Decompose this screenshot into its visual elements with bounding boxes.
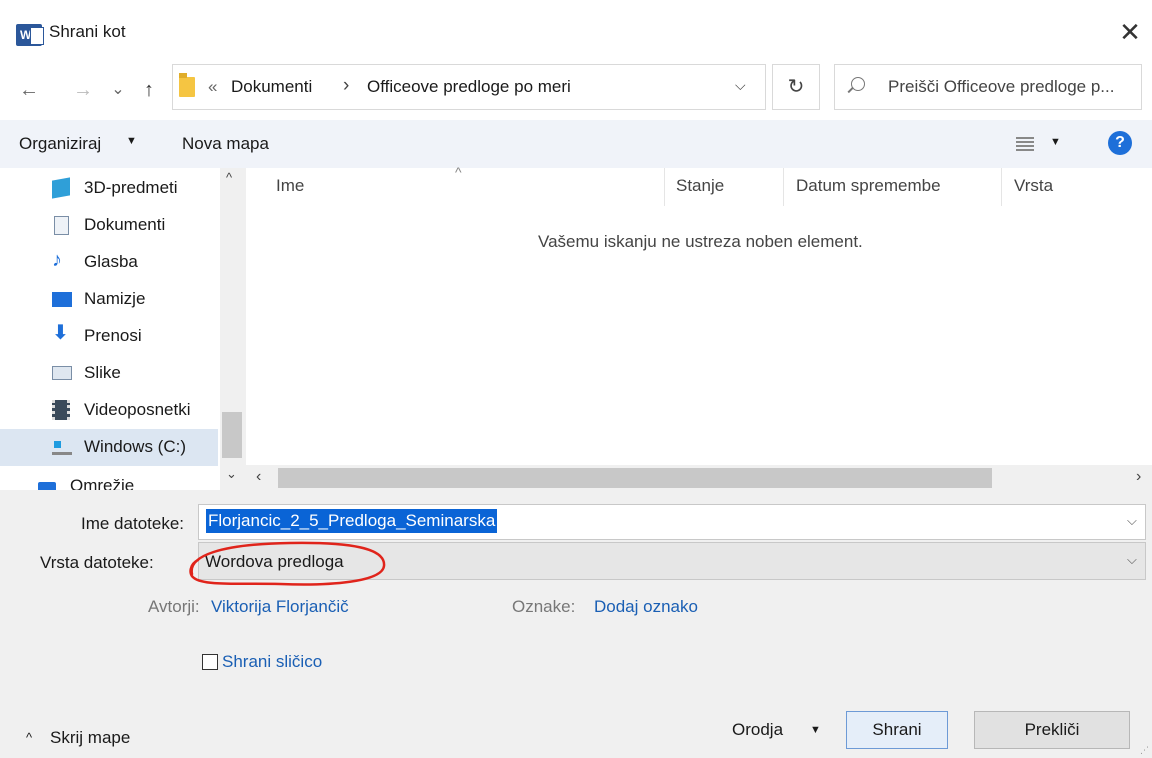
title-bar — [0, 0, 1152, 66]
sidebar-item-label: Glasba — [84, 252, 138, 271]
chevron-right-icon[interactable]: › — [343, 75, 349, 97]
recent-locations-button[interactable]: ⌄ — [108, 78, 128, 102]
column-divider[interactable] — [1001, 168, 1002, 206]
refresh-button[interactable]: ↻ — [772, 64, 820, 110]
caret-up-icon[interactable]: ^ — [26, 730, 32, 745]
refresh-icon: ↻ — [787, 76, 805, 98]
column-divider[interactable] — [664, 168, 665, 206]
tags-label: Oznake: — [512, 597, 576, 616]
scroll-up-icon[interactable]: ^ — [226, 170, 232, 185]
sidebar-item-label: Slike — [84, 363, 121, 382]
chevron-down-icon: ⌄ — [111, 81, 125, 98]
sidebar-item-desktop[interactable]: Namizje — [0, 281, 216, 318]
search-placeholder: Preišči Officeove predloge p... — [888, 77, 1115, 96]
red-annotation-circle — [189, 541, 386, 586]
file-name-label: Ime datoteke: — [81, 514, 185, 533]
file-type-label: Vrsta datoteke: — [40, 553, 154, 572]
search-input[interactable]: Preišči Officeove predloge p... — [834, 64, 1142, 110]
back-arrow-icon: ← — [19, 79, 39, 101]
authors-value[interactable]: Viktorija Florjančič — [211, 597, 349, 617]
sidebar-item-label: Prenosi — [84, 326, 142, 345]
help-icon[interactable]: ? — [1108, 131, 1132, 155]
back-button[interactable]: ← — [14, 78, 44, 102]
sidebar-item-label: Namizje — [84, 289, 146, 308]
close-icon: ✕ — [1119, 17, 1141, 47]
desktop-icon — [52, 292, 72, 307]
sidebar-item-videos[interactable]: Videoposnetki — [0, 392, 216, 429]
sidebar-item-network[interactable]: Omrežje — [0, 468, 216, 490]
authors-label: Avtorji: — [148, 597, 200, 616]
save-thumbnail-checkbox[interactable] — [202, 654, 218, 670]
address-overflow[interactable]: « — [208, 77, 217, 97]
sidebar-item-3d-objects[interactable]: 3D-predmeti — [0, 170, 216, 207]
chevron-down-icon[interactable]: ⌵ — [1127, 513, 1137, 529]
chevron-down-icon[interactable]: ⌵ — [1127, 552, 1137, 568]
sidebar-item-windows-c[interactable]: Windows (C:) — [0, 429, 218, 466]
sidebar-item-label: Dokumenti — [84, 215, 166, 234]
word-icon: W — [16, 24, 44, 46]
forward-arrow-icon: → — [73, 79, 93, 101]
folder-icon — [179, 73, 195, 97]
caret-down-icon[interactable]: ▼ — [810, 724, 821, 736]
column-header-date-modified[interactable]: Datum spremembe — [796, 176, 941, 198]
address-bar[interactable]: « Dokumenti › Officeove predloge po meri… — [172, 64, 766, 110]
document-icon — [54, 216, 69, 235]
scroll-down-icon[interactable]: ⌄ — [226, 466, 237, 482]
pictures-icon — [52, 366, 72, 380]
empty-list-message: Vašemu iskanju ne ustreza noben element. — [538, 232, 863, 251]
column-divider[interactable] — [783, 168, 784, 206]
drive-icon — [52, 441, 72, 455]
organize-button[interactable]: Organiziraj — [19, 134, 101, 154]
command-bar — [0, 120, 1152, 168]
add-tag-link[interactable]: Dodaj oznako — [594, 597, 698, 617]
up-button[interactable]: ↑ — [136, 78, 162, 102]
new-folder-button[interactable]: Nova mapa — [182, 134, 269, 154]
sidebar-item-label: Windows (C:) — [84, 437, 187, 456]
search-icon — [851, 77, 865, 91]
sidebar-item-documents[interactable]: Dokumenti — [0, 207, 216, 244]
cube-icon — [52, 177, 70, 199]
save-button[interactable]: Shrani — [846, 711, 948, 749]
caret-down-icon[interactable]: ▼ — [1050, 136, 1061, 148]
sidebar-item-pictures[interactable]: Slike — [0, 355, 216, 392]
column-header-type[interactable]: Vrsta — [1014, 176, 1053, 198]
navigation-pane: 3D-predmeti Dokumenti ♪ Glasba Namizje ⬇… — [0, 168, 246, 490]
scroll-right-icon[interactable]: › — [1136, 468, 1141, 486]
close-button[interactable]: ✕ — [1112, 14, 1148, 50]
caret-down-icon[interactable]: ▼ — [126, 135, 137, 147]
music-note-icon: ♪ — [52, 249, 62, 271]
sidebar-item-label: Videoposnetki — [84, 400, 191, 419]
column-header-status[interactable]: Stanje — [676, 176, 724, 198]
download-icon: ⬇ — [52, 322, 69, 344]
forward-button[interactable]: → — [68, 78, 98, 102]
sidebar-item-downloads[interactable]: ⬇ Prenosi — [0, 318, 216, 355]
sidebar-scroll-thumb[interactable] — [222, 412, 242, 458]
sidebar-item-label: Omrežje — [70, 476, 135, 490]
resize-grip-icon[interactable]: ⋰ — [1140, 745, 1149, 756]
sidebar-item-label: 3D-predmeti — [84, 178, 178, 197]
view-options-icon[interactable] — [1016, 135, 1034, 151]
film-icon — [52, 400, 70, 420]
horizontal-scroll-thumb[interactable] — [278, 468, 992, 488]
breadcrumb-templates[interactable]: Officeove predloge po meri — [367, 77, 571, 97]
file-name-value[interactable]: Florjancic_2_5_Predloga_Seminarska — [206, 509, 498, 533]
network-icon — [38, 482, 56, 490]
sidebar-item-music[interactable]: ♪ Glasba — [0, 244, 216, 281]
save-thumbnail-label[interactable]: Shrani sličico — [222, 652, 322, 672]
chevron-down-icon[interactable]: ⌵ — [735, 77, 746, 94]
window-title: Shrani kot — [49, 22, 126, 41]
sort-ascending-icon: ^ — [455, 164, 462, 180]
cancel-button[interactable]: Prekliči — [974, 711, 1130, 749]
column-header-name[interactable]: Ime — [276, 176, 304, 198]
up-arrow-icon: ↑ — [144, 79, 154, 101]
scroll-left-icon[interactable]: ‹ — [256, 468, 261, 486]
tools-button[interactable]: Orodja — [732, 720, 783, 740]
hide-folders-button[interactable]: Skrij mape — [50, 728, 130, 748]
breadcrumb-documents[interactable]: Dokumenti — [231, 77, 312, 97]
